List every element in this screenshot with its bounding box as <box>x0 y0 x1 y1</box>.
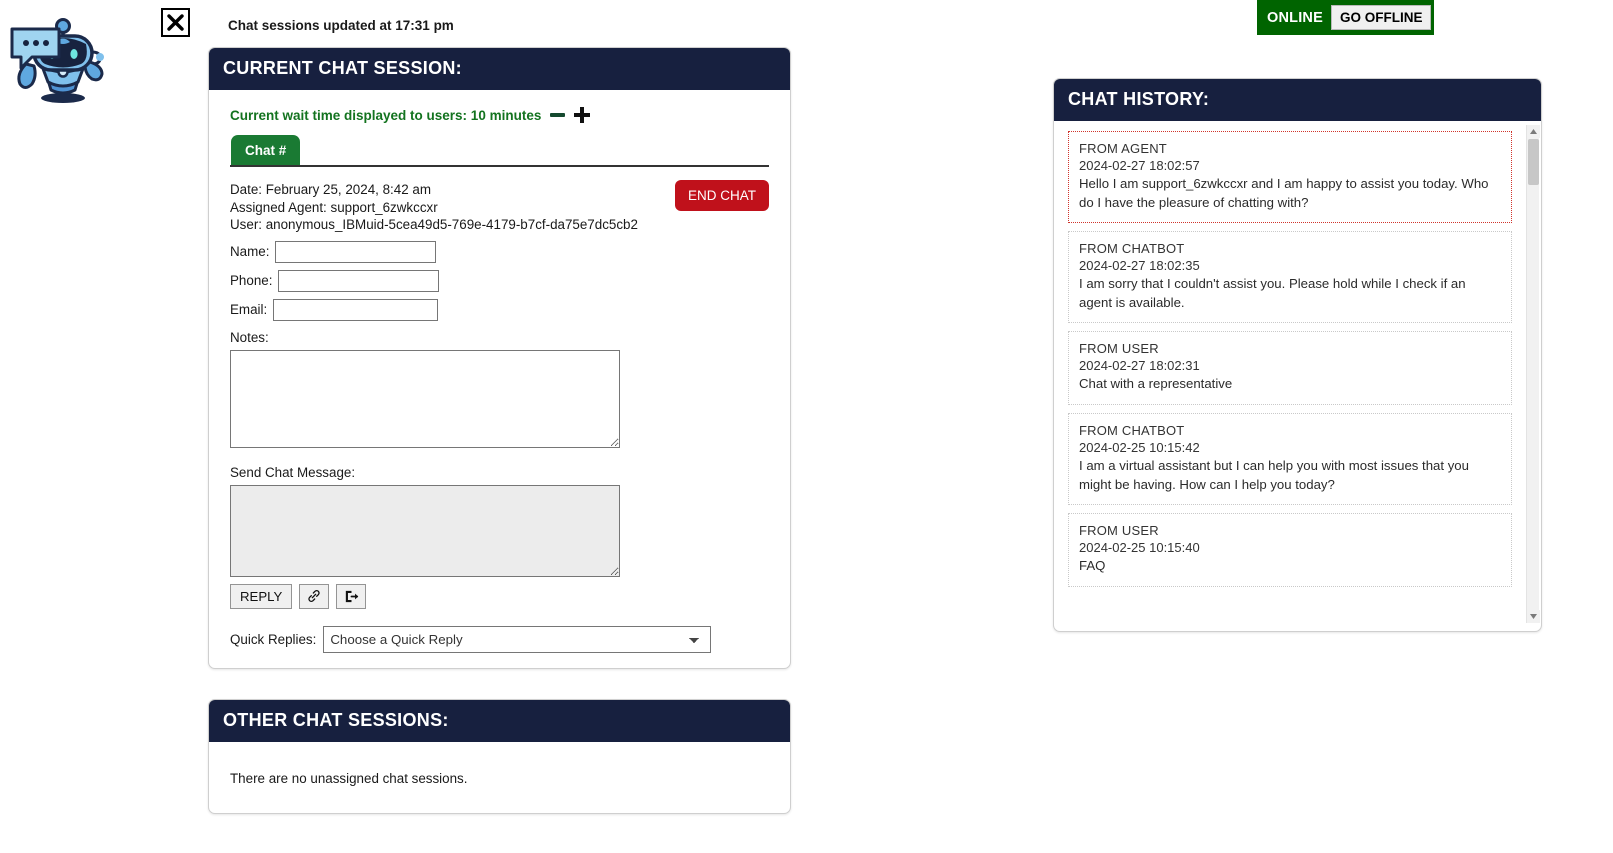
close-icon <box>167 14 184 31</box>
message-sender: FROM USER <box>1079 341 1159 357</box>
message-timestamp: 2024-02-27 18:02:31 <box>1079 358 1200 374</box>
end-chat-button[interactable]: END CHAT <box>674 180 769 211</box>
minus-icon <box>550 113 566 117</box>
wait-time-row: Current wait time displayed to users: 10… <box>209 90 790 123</box>
chat-history-list: FROM AGENT 2024-02-27 18:02:57 Hello I am … <box>1068 131 1512 587</box>
email-label: Email: <box>230 302 268 318</box>
chevron-down-icon <box>1530 614 1537 619</box>
chat-history-message: FROM CHATBOT 2024-02-27 18:02:35 I am sorr… <box>1068 231 1512 324</box>
chat-history-message: FROM USER 2024-02-25 10:15:40 FAQ <box>1068 513 1512 587</box>
other-sessions-title: OTHER CHAT SESSIONS: <box>209 700 790 742</box>
other-chat-sessions-panel: OTHER CHAT SESSIONS: There are no unassi… <box>208 699 791 814</box>
email-field-row: Email: <box>230 298 769 321</box>
chat-history-message: FROM AGENT 2024-02-27 18:02:57 Hello I am … <box>1068 131 1512 224</box>
phone-input[interactable] <box>278 269 440 292</box>
message-timestamp: 2024-02-25 10:15:42 <box>1079 439 1200 455</box>
page-root: ONLINE GO OFFLINE Chat sessions updated … <box>0 0 1613 853</box>
link-icon <box>308 590 320 603</box>
attach-link-button[interactable] <box>299 583 330 609</box>
message-sender: FROM CHATBOT <box>1079 241 1185 257</box>
chat-history-scrollbar[interactable] <box>1526 125 1540 623</box>
name-label: Name: <box>230 244 270 260</box>
sessions-updated-text: Chat sessions updated at 17:31 pm <box>228 18 454 33</box>
message-timestamp: 2024-02-25 10:15:40 <box>1079 540 1200 556</box>
send-chat-message-textarea[interactable] <box>230 484 620 577</box>
message-sender: FROM USER <box>1079 523 1159 539</box>
notes-label: Notes: <box>230 329 269 345</box>
message-text: Hello I am support_6zwkccxr and I am hap… <box>1079 176 1489 210</box>
scroll-down-button[interactable] <box>1527 610 1540 623</box>
message-actions-row: REPLY <box>230 583 769 609</box>
message-text: Chat with a representative <box>1079 376 1233 392</box>
scrollbar-thumb[interactable] <box>1528 139 1539 185</box>
decrease-wait-time-button[interactable] <box>550 113 566 117</box>
name-field-row: Name: <box>230 240 769 263</box>
scroll-up-button[interactable] <box>1527 125 1540 138</box>
tab-chat-number[interactable]: Chat # <box>231 135 301 165</box>
quick-replies-label: Quick Replies: <box>230 631 317 647</box>
transfer-chat-button[interactable] <box>336 583 367 609</box>
increase-wait-time-button[interactable] <box>574 107 591 123</box>
go-offline-button[interactable]: GO OFFLINE <box>1330 5 1432 30</box>
quick-replies-row: Quick Replies: Choose a Quick Reply <box>230 625 769 653</box>
agent-status-bar: ONLINE GO OFFLINE <box>1257 0 1434 35</box>
message-text: FAQ <box>1079 558 1106 574</box>
chevron-up-icon <box>1530 129 1537 134</box>
email-input[interactable] <box>273 298 439 321</box>
quick-replies-select[interactable]: Choose a Quick Reply <box>323 625 712 653</box>
session-details-area: END CHAT Date: February 25, 2024, 8:42 a… <box>209 167 790 653</box>
status-online-label: ONLINE <box>1267 9 1323 26</box>
chat-tabs-row: Chat # <box>209 123 790 167</box>
chat-tab-strip: Chat # <box>230 135 769 167</box>
reply-button[interactable]: REPLY <box>230 583 293 609</box>
chat-history-panel: CHAT HISTORY: FROM AGENT 2024-02-27 18:02… <box>1053 78 1542 632</box>
chat-history-scroll-area: FROM AGENT 2024-02-27 18:02:57 Hello I am … <box>1054 121 1541 631</box>
current-chat-session-panel: CURRENT CHAT SESSION: Current wait time … <box>208 47 791 669</box>
wait-time-label: Current wait time displayed to users: 10… <box>230 107 542 123</box>
plus-icon <box>574 107 591 123</box>
message-timestamp: 2024-02-27 18:02:35 <box>1079 258 1200 274</box>
message-sender: FROM AGENT <box>1079 141 1167 156</box>
message-text: I am a virtual assistant but I can help … <box>1079 457 1469 492</box>
send-chat-message-label: Send Chat Message: <box>230 464 356 480</box>
session-user: User: anonymous_IBMuid-5cea49d5-769e-417… <box>230 217 638 233</box>
chat-history-message: FROM CHATBOT 2024-02-25 10:15:42 I am a vi… <box>1068 412 1512 506</box>
chatbot-mascot-logo <box>4 2 112 108</box>
message-text: I am sorry that I couldn't assist you. P… <box>1079 276 1466 310</box>
message-sender: FROM CHATBOT <box>1079 422 1185 438</box>
phone-label: Phone: <box>230 273 273 289</box>
close-button[interactable] <box>161 8 190 37</box>
exit-arrow-icon <box>345 590 359 602</box>
chat-history-message: FROM USER 2024-02-27 18:02:31 Chat with a … <box>1068 331 1512 405</box>
message-timestamp: 2024-02-27 18:02:57 <box>1079 158 1200 173</box>
notes-textarea[interactable] <box>230 349 620 448</box>
other-sessions-empty-text: There are no unassigned chat sessions. <box>230 771 468 786</box>
chat-history-title: CHAT HISTORY: <box>1054 79 1541 121</box>
current-session-title: CURRENT CHAT SESSION: <box>209 48 790 90</box>
phone-field-row: Phone: <box>230 269 769 292</box>
name-input[interactable] <box>275 240 437 263</box>
